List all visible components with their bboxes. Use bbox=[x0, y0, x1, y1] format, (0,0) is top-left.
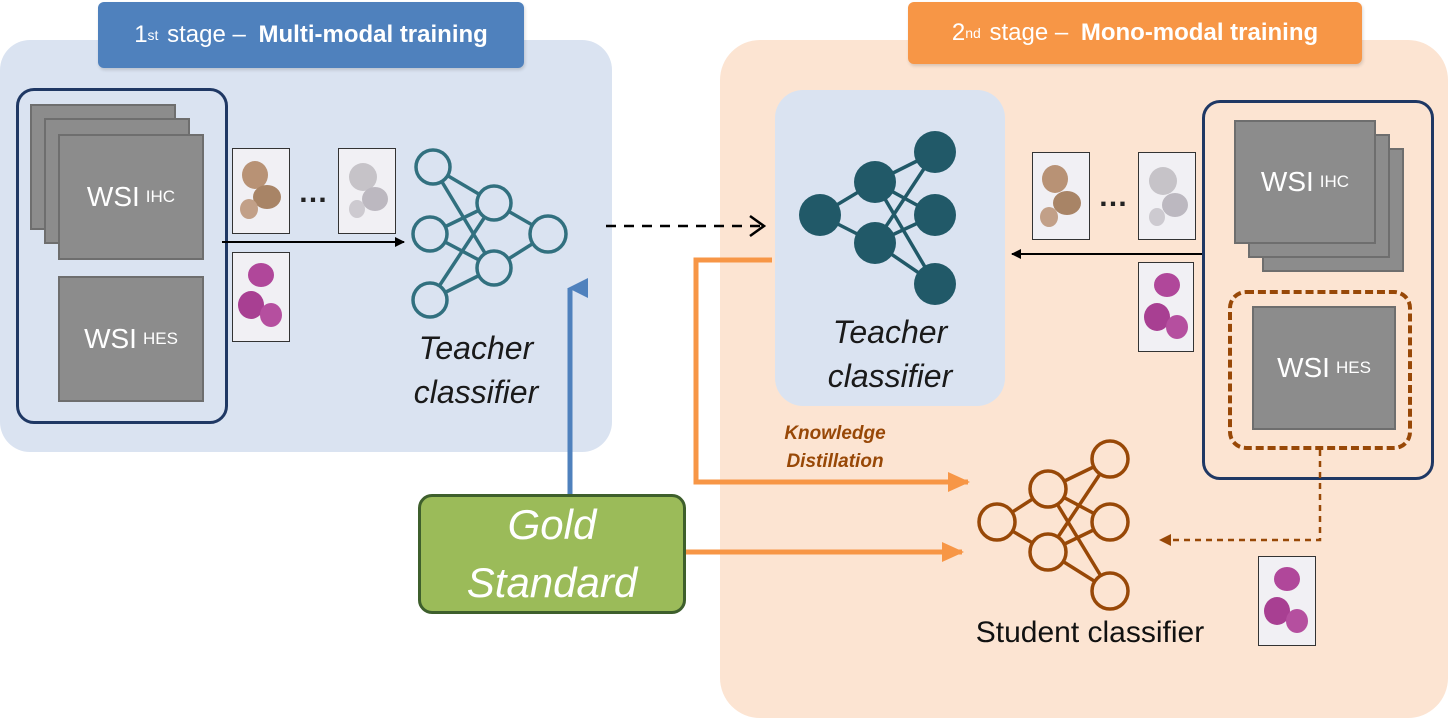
gold-line1: Gold bbox=[507, 501, 597, 548]
ihc-slide-thumbnail bbox=[232, 148, 290, 234]
gold-standard-box: Gold Standard bbox=[418, 494, 686, 614]
hes-tissue-image bbox=[1264, 567, 1308, 633]
teacher-line2: classifier bbox=[827, 358, 953, 394]
stage2-bold: Mono-modal training bbox=[1080, 19, 1319, 46]
wsi-ihc-box-left: WSI IHC bbox=[58, 134, 204, 260]
wsi-sub: IHC bbox=[145, 187, 176, 206]
wsi-sub: HES bbox=[142, 329, 178, 348]
kd-line1: Knowledge bbox=[784, 423, 886, 444]
wsi-sub: HES bbox=[1335, 358, 1371, 377]
ihc-tissue-image bbox=[1149, 167, 1188, 226]
stage1-title: 1st stage – Multi-modal training bbox=[98, 2, 524, 68]
teacher-line1: Teacher bbox=[832, 314, 948, 350]
hes-tissue-image bbox=[238, 263, 282, 327]
teacher-classifier-label-right: Teacher classifier bbox=[790, 310, 990, 398]
stage1-ordinal: st bbox=[147, 27, 159, 43]
wsi-hes-box-left: WSI HES bbox=[58, 276, 204, 402]
stage2-ordinal: nd bbox=[965, 25, 981, 41]
student-classifier-label: Student classifier bbox=[975, 616, 1205, 649]
wsi-sub: IHC bbox=[1319, 172, 1350, 191]
ihc-tissue-image bbox=[1040, 165, 1081, 227]
ellipsis-left: … bbox=[298, 176, 330, 209]
hes-slide-thumbnail bbox=[232, 252, 290, 342]
wsi-label: WSI bbox=[1260, 166, 1314, 197]
wsi-ihc-box-right: WSI IHC bbox=[1234, 120, 1376, 244]
teacher-classifier-label-left: Teacher classifier bbox=[376, 326, 576, 414]
wsi-label: WSI bbox=[86, 181, 140, 212]
hes-slide-thumbnail bbox=[1138, 262, 1194, 352]
stage2-middle: stage – bbox=[982, 19, 1075, 46]
wsi-label: WSI bbox=[84, 323, 137, 354]
wsi-label: WSI bbox=[1277, 352, 1330, 383]
stage1-bold: Multi-modal training bbox=[258, 21, 488, 48]
teacher-line2: classifier bbox=[413, 374, 539, 410]
gold-line2: Standard bbox=[466, 559, 638, 606]
ihc-slide-thumbnail bbox=[1032, 152, 1090, 240]
teacher-line1: Teacher bbox=[418, 330, 534, 366]
stage1-number: 1 bbox=[134, 21, 148, 48]
ihc-slide-thumbnail bbox=[338, 148, 396, 234]
stage1-middle: stage – bbox=[160, 21, 253, 48]
wsi-hes-box-right: WSI HES bbox=[1252, 306, 1396, 430]
ihc-tissue-image bbox=[240, 161, 281, 219]
stage2-number: 2 bbox=[951, 19, 966, 46]
kd-line2: Distillation bbox=[786, 451, 884, 472]
ihc-slide-thumbnail bbox=[1138, 152, 1196, 240]
ellipsis-right: … bbox=[1098, 180, 1130, 213]
knowledge-distillation-label: Knowledge Distillation bbox=[740, 420, 930, 476]
hes-tissue-image bbox=[1144, 273, 1188, 339]
ihc-tissue-image bbox=[349, 163, 388, 218]
stage2-title: 2nd stage – Mono-modal training bbox=[908, 2, 1362, 64]
hes-slide-thumbnail bbox=[1258, 556, 1316, 646]
